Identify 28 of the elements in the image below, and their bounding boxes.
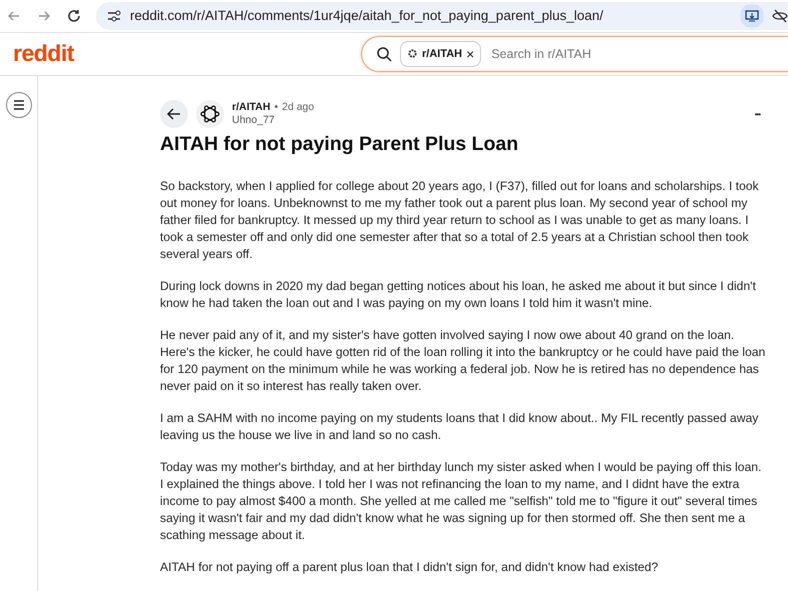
menu-icon <box>12 100 24 110</box>
subreddit-link[interactable]: r/AITAH <box>232 101 270 114</box>
author-name[interactable]: Uhno_77 <box>232 114 314 127</box>
post-age: 2d ago <box>282 101 314 114</box>
search-field[interactable]: r/AITAH × Search in r/AITAH <box>361 36 788 72</box>
chip-label: r/AITAH <box>422 48 462 60</box>
separator-dot: • <box>274 101 278 114</box>
more-options-button[interactable]: ••• <box>748 108 766 120</box>
search-input[interactable]: Search in r/AITAH <box>489 46 788 62</box>
reload-icon[interactable] <box>66 8 82 24</box>
menu-button[interactable] <box>6 92 32 118</box>
eye-slash-icon[interactable] <box>772 8 788 24</box>
search-icon <box>376 46 392 62</box>
close-icon[interactable]: × <box>466 46 474 62</box>
back-arrow-icon <box>167 108 181 120</box>
post-title: AITAH for not paying Parent Plus Loan <box>160 133 520 156</box>
post-paragraph: Today was my mother's birthday, and at her birthday lunch my sister asked when I would be paying off this loan. I explained the things above. I told her I was not refinancing the loan to my name, and I didnt have the extra income to pay almost $400 a month. She yelled at me called me "selfish" told me to "figure it out" several times saying it wasn't fair and my dad didn't know what he was signing up for then stormed off. She then sent me a scathing message about it. <box>160 459 762 544</box>
post-paragraph: During lock downs in 2020 my dad began getting notices about his loan, he asked me about it but since I didn't know he had taken the loan out and I was paying on my own loans I told him it wasn't mine. <box>160 278 757 312</box>
post-paragraph: So backstory, when I applied for college about 20 years ago, I (F37), filled out for loans and scholarships. I took out money for loans. Unbeknownst to me my father took out a parent plus loan. My second year of school my father filed for bankruptcy. It messed up my third year return to school as I was unable to get as many loans. I took a semester off and only did one semester after that so a total of 2.5 years at a Christian school then took several years off. <box>160 178 760 263</box>
post-paragraph: He never paid any of it, and my sister's have gotten involved saying I now owe about 40 grand on the loan. Here's the kicker, he could have gotten rid of the loan rolling it into the bankruptcy or he could have paid the loan for 120 payment on the minimum while he was working a federal job. Now he is retired has no dependence has never paid on it so interest has really taken over. <box>160 327 766 395</box>
post-paragraph: I am a SAHM with no income paying on my students loans that I did know about.. My FIL recently passed away leaving us the house we live in and land so no cash. <box>160 410 760 444</box>
gear-icon <box>407 48 418 60</box>
post-paragraph: AITAH for not paying off a parent plus loan that I didn't sign for, and didn't know had existed? <box>160 559 660 576</box>
subreddit-chip[interactable]: r/AITAH × <box>400 40 482 67</box>
settings-icon[interactable] <box>106 8 122 24</box>
monitor-download-icon[interactable] <box>740 4 764 28</box>
subreddit-icon[interactable] <box>196 100 224 128</box>
back-button[interactable] <box>160 100 188 128</box>
